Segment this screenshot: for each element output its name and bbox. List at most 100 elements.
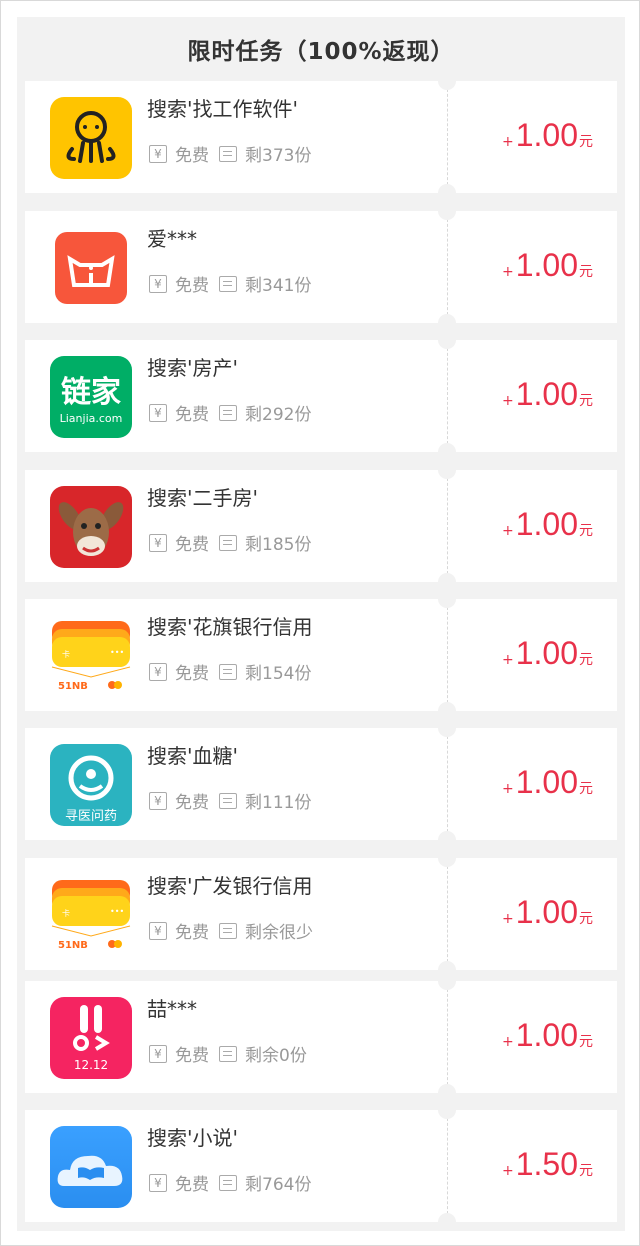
- cashback-amount: + 1.50 元: [502, 1146, 593, 1183]
- plus-sign: +: [501, 781, 514, 797]
- ticket-notch: [438, 331, 456, 349]
- remaining-count: 剩185份: [245, 535, 312, 555]
- plus-sign: +: [501, 652, 514, 668]
- lianjia-app-icon: 链家 Lianjia.com: [50, 356, 132, 438]
- octopus-app-icon: [50, 97, 132, 179]
- ticket-divider: [447, 989, 448, 1085]
- amount-value: 1.50: [515, 1146, 578, 1182]
- task-meta: ¥ 免费 剩764份: [149, 1170, 311, 1195]
- yuan-icon: ¥: [149, 1044, 167, 1063]
- free-label: 免费: [175, 664, 209, 684]
- task-card[interactable]: 爱*** ¥ 免费 剩341份 + 1.00 元: [25, 202, 617, 332]
- document-icon: [219, 922, 237, 939]
- svg-text:卡: 卡: [62, 649, 70, 659]
- ticket-divider: [447, 736, 448, 832]
- currency-unit: 元: [579, 652, 593, 668]
- task-card[interactable]: 搜索'找工作软件' ¥ 免费 剩373份 + 1.00 元: [25, 72, 617, 202]
- remaining-count: 剩余0份: [245, 1046, 307, 1066]
- ticket-divider: [447, 348, 448, 444]
- amount-value: 1.00: [515, 117, 578, 153]
- remaining-count: 剩292份: [245, 405, 312, 425]
- task-title: 搜索'血糖': [147, 744, 238, 768]
- task-title: 搜索'广发银行信用: [147, 874, 313, 898]
- cashback-amount: + 1.00 元: [502, 117, 593, 154]
- remaining-count: 剩341份: [245, 276, 312, 296]
- ticket-divider: [447, 219, 448, 315]
- currency-unit: 元: [579, 781, 593, 797]
- plus-sign: +: [501, 393, 514, 409]
- ticket-notch: [438, 719, 456, 737]
- ticket-notch: [438, 314, 456, 332]
- task-title: 搜索'小说': [147, 1126, 238, 1150]
- document-icon: [219, 145, 237, 162]
- yuan-icon: ¥: [149, 921, 167, 940]
- task-panel: 限时任务（100%返现） 搜索'找工作软件' ¥ 免费 剩373份 + 1.00…: [17, 17, 625, 1231]
- amount-value: 1.00: [515, 635, 578, 671]
- task-meta: ¥ 免费 剩373份: [149, 141, 311, 166]
- ticket-notch: [438, 184, 456, 202]
- yuan-icon: ¥: [149, 662, 167, 681]
- amount-value: 1.00: [515, 1017, 578, 1053]
- task-meta: ¥ 免费 剩余0份: [149, 1041, 307, 1066]
- amount-value: 1.00: [515, 764, 578, 800]
- task-meta: ¥ 免费 剩111份: [149, 788, 311, 813]
- free-label: 免费: [175, 923, 209, 943]
- book-cloud-app-icon: [50, 1126, 132, 1208]
- task-card[interactable]: 卡 ••• 51NB 搜索'广发银行信用 ¥ 免费 剩余很少 + 1.00 元: [25, 849, 617, 979]
- task-title: 搜索'二手房': [147, 486, 258, 510]
- ticket-divider: [447, 478, 448, 574]
- amount-value: 1.00: [515, 376, 578, 412]
- ticket-notch: [438, 1084, 456, 1102]
- ticket-notch: [438, 461, 456, 479]
- task-title: 搜索'花旗银行信用: [147, 615, 313, 639]
- cashback-amount: + 1.00 元: [502, 506, 593, 543]
- document-icon: [219, 534, 237, 551]
- ticket-notch: [438, 831, 456, 849]
- free-label: 免费: [175, 276, 209, 296]
- ticket-divider: [447, 1118, 448, 1214]
- ticket-notch: [438, 443, 456, 461]
- amount-value: 1.00: [515, 506, 578, 542]
- currency-unit: 元: [579, 911, 593, 927]
- task-card[interactable]: 寻医问药 搜索'血糖' ¥ 免费 剩111份 + 1.00 元: [25, 719, 617, 849]
- document-icon: [219, 275, 237, 292]
- task-card[interactable]: 搜索'二手房' ¥ 免费 剩185份 + 1.00 元: [25, 461, 617, 591]
- yuan-icon: ¥: [149, 144, 167, 163]
- free-label: 免费: [175, 535, 209, 555]
- plus-sign: +: [501, 1163, 514, 1179]
- ticket-notch: [438, 202, 456, 220]
- page-title: 限时任务（100%返现）: [187, 39, 455, 65]
- plus-sign: +: [501, 134, 514, 150]
- task-card[interactable]: 链家 Lianjia.com 搜索'房产' ¥ 免费 剩292份 + 1.00 …: [25, 331, 617, 461]
- plus-sign: +: [501, 264, 514, 280]
- ticket-notch: [438, 573, 456, 591]
- ticket-notch: [438, 972, 456, 990]
- cashback-amount: + 1.00 元: [502, 1017, 593, 1054]
- cashback-amount: + 1.00 元: [502, 894, 593, 931]
- ticket-divider: [447, 89, 448, 185]
- svg-text:51NB: 51NB: [58, 681, 88, 692]
- ticket-notch: [438, 1213, 456, 1231]
- task-card[interactable]: 卡 ••• 51NB 搜索'花旗银行信用 ¥ 免费 剩154份 + 1.00 元: [25, 590, 617, 720]
- currency-unit: 元: [579, 1034, 593, 1050]
- free-label: 免费: [175, 1175, 209, 1195]
- svg-text:链家: 链家: [61, 375, 121, 410]
- svg-text:•••: •••: [110, 907, 124, 916]
- svg-text:12.12: 12.12: [74, 1058, 108, 1072]
- yuan-icon: ¥: [149, 533, 167, 552]
- task-card[interactable]: 搜索'小说' ¥ 免费 剩764份 + 1.50 元: [25, 1101, 617, 1231]
- cashback-amount: + 1.00 元: [502, 247, 593, 284]
- ticket-divider: [447, 607, 448, 703]
- remaining-count: 剩154份: [245, 664, 312, 684]
- remaining-count: 剩余很少: [245, 923, 313, 943]
- currency-unit: 元: [579, 393, 593, 409]
- task-card[interactable]: 12.12 喆*** ¥ 免费 剩余0份 + 1.00 元: [25, 972, 617, 1102]
- plus-sign: +: [501, 911, 514, 927]
- ticket-notch: [438, 72, 456, 90]
- task-title: 喆***: [147, 997, 197, 1021]
- task-title: 搜索'房产': [147, 356, 238, 380]
- cashback-amount: + 1.00 元: [502, 376, 593, 413]
- ticket-notch: [438, 1101, 456, 1119]
- remaining-count: 剩111份: [245, 793, 312, 813]
- yuan-icon: ¥: [149, 403, 167, 422]
